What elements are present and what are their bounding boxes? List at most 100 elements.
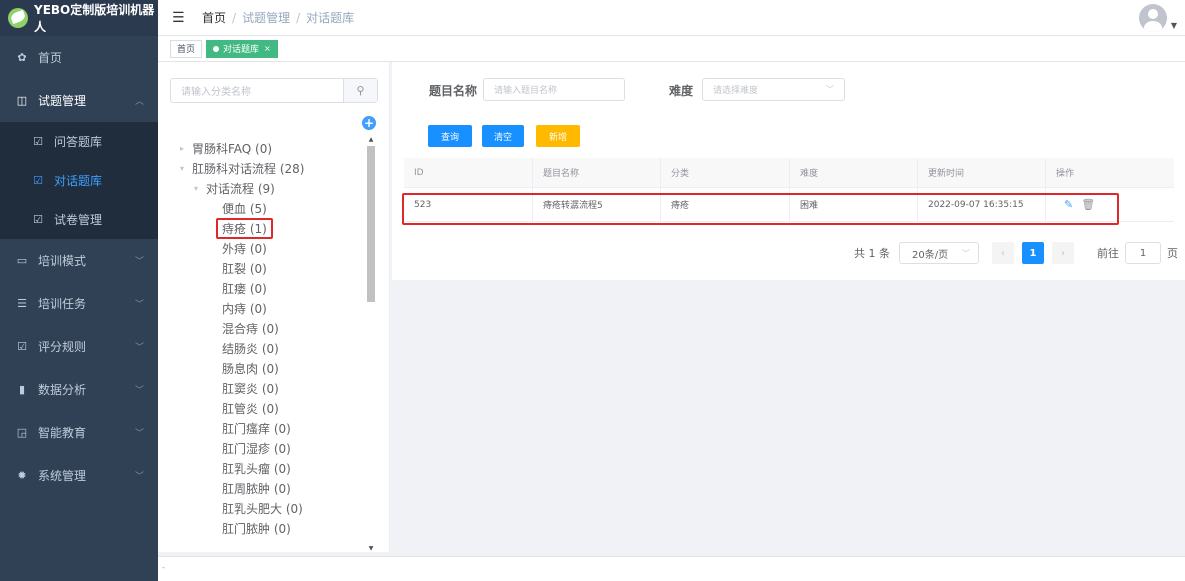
tag-dialogue-bank[interactable]: 对话题库 ×: [206, 39, 278, 58]
tree-node-label: 结肠炎 (0): [222, 341, 279, 356]
col-actions: 操作: [1056, 169, 1075, 179]
clear-button[interactable]: 清空: [482, 125, 524, 147]
row-highlight-box: [402, 193, 1119, 225]
submenu: ☑ 问答题库 ☑ 对话题库 ☑ 试卷管理: [0, 122, 158, 239]
sidebar-item-6[interactable]: ◲ 智能教育 ﹀: [0, 411, 158, 454]
user-avatar[interactable]: [1139, 4, 1167, 32]
sidebar: YEBO定制版培训机器人 ✿ 首页 ◫ 试题管理 ︿ ☑ 问答题库 ☑ 对话题库 ☑ 试卷管理 ▭ 培训…: [0, 0, 158, 581]
tree-node[interactable]: 内痔 (0): [180, 298, 366, 318]
category-tree: ▸ 胃肠科FAQ (0) ▾ 肛肠科对话流程 (28) ▾ 对话流程 (9) 便血 (5) 痔…: [180, 138, 366, 538]
bar-chart-icon: ▮: [18, 383, 26, 396]
tree-node[interactable]: 肛乳头肥大 (0): [180, 498, 366, 518]
difficulty-label: 难度: [669, 84, 694, 98]
sidebar-item-4[interactable]: ☑ 评分规则 ﹀: [0, 325, 158, 368]
next-page-button[interactable]: ›: [1052, 242, 1074, 264]
chevron-down-icon: ﹀: [826, 85, 834, 94]
tree-node[interactable]: 混合痔 (0): [180, 318, 366, 338]
col-name: 题目名称: [533, 158, 661, 187]
tree-node[interactable]: 肛周脓肿 (0): [180, 478, 366, 498]
query-button[interactable]: 查询: [428, 125, 472, 147]
caret-down-icon[interactable]: ▾: [194, 184, 206, 193]
scroll-down-icon[interactable]: ▼: [366, 545, 376, 552]
tree-node-label: 肛门瘙痒 (0): [222, 421, 291, 436]
tree-node-label: 混合痔 (0): [222, 321, 279, 336]
difficulty-select[interactable]: 请选择难度 ﹀: [702, 78, 845, 101]
breadcrumb-item-home[interactable]: 首页: [202, 9, 226, 26]
chevron-up-icon: ︿: [134, 97, 144, 107]
category-tree-panel: 请输入分类名称 ⚲ + ▸ 胃肠科FAQ (0) ▾ 肛肠科对话流程 (28) ▾ 对话流…: [158, 62, 390, 552]
tree-node[interactable]: 肛裂 (0): [180, 258, 366, 278]
sidebar-item-label: 智能教育: [38, 426, 87, 440]
hamburger-icon[interactable]: ☰: [172, 10, 186, 26]
tree-node-label: 肛周脓肿 (0): [222, 481, 291, 496]
caret-right-icon[interactable]: ▸: [180, 144, 192, 153]
tree-node[interactable]: 肛门湿疹 (0): [180, 438, 366, 458]
breadcrumb-separator: /: [232, 10, 237, 25]
sidebar-item-5[interactable]: ▮ 数据分析 ﹀: [0, 368, 158, 411]
question-name-input[interactable]: 请输入题目名称: [483, 78, 625, 101]
category-search: 请输入分类名称 ⚲: [170, 78, 378, 103]
tree-node[interactable]: 痔疮 (1): [180, 217, 366, 239]
tree-node[interactable]: ▸ 胃肠科FAQ (0): [180, 138, 366, 158]
monitor-icon: ▭: [16, 254, 28, 267]
sidebar-subitem-1[interactable]: ☑ 对话题库: [0, 161, 158, 200]
tree-node[interactable]: ▾ 对话流程 (9): [180, 178, 366, 198]
sidebar-item-1[interactable]: ◫ 试题管理 ︿: [0, 79, 158, 122]
page-unit-label: 页: [1167, 247, 1178, 260]
page-jumper: 前往 1 页: [1097, 242, 1178, 264]
chevron-down-icon: ﹀: [134, 300, 144, 310]
difficulty-placeholder: 请选择难度: [713, 86, 759, 96]
sidebar-item-2[interactable]: ▭ 培训模式 ﹀: [0, 239, 158, 282]
sidebar-subitem-2[interactable]: ☑ 试卷管理: [0, 200, 158, 239]
scroll-up-icon[interactable]: ▲: [366, 136, 376, 143]
sidebar-item-3[interactable]: ☰ 培训任务 ﹀: [0, 282, 158, 325]
tree-node[interactable]: 肠息肉 (0): [180, 358, 366, 378]
tree-node-label: 便血 (5): [222, 201, 267, 216]
breadcrumb-separator: /: [296, 10, 301, 25]
add-category-icon[interactable]: +: [362, 116, 376, 130]
tree-node[interactable]: 便血 (5): [180, 198, 366, 218]
tree-node[interactable]: 肛管炎 (0): [180, 398, 366, 418]
sidebar-item-label: 数据分析: [38, 383, 87, 397]
tree-node-label: 内痔 (0): [222, 301, 267, 316]
chevron-down-icon: ﹀: [962, 248, 970, 258]
goto-page-input[interactable]: 1: [1125, 242, 1161, 264]
sidebar-item-label: 首页: [38, 51, 63, 65]
goto-label: 前往: [1097, 247, 1119, 260]
edit-icon: ☑: [33, 213, 43, 226]
page-size-select[interactable]: 20条/页 ﹀: [899, 242, 979, 264]
tree-node[interactable]: 肛门瘙痒 (0): [180, 418, 366, 438]
app-logo[interactable]: YEBO定制版培训机器人: [0, 0, 158, 36]
navbar: ☰ 首页 / 试题管理 / 对话题库 ▼: [158, 0, 1185, 36]
category-search-input[interactable]: 请输入分类名称: [171, 79, 343, 102]
tree-node[interactable]: 外痔 (0): [180, 238, 366, 258]
page-size-value: 20条/页: [912, 249, 949, 261]
add-button[interactable]: 新增: [536, 125, 580, 147]
close-icon[interactable]: ×: [264, 44, 271, 53]
tree-node[interactable]: 肛乳头瘤 (0): [180, 458, 366, 478]
tree-node[interactable]: ▾ 肛肠科对话流程 (28): [180, 158, 366, 178]
tree-node-label: 痔疮 (1): [216, 217, 273, 239]
caret-down-icon[interactable]: ▼: [1171, 21, 1177, 30]
tree-node-label: 肛肠科对话流程 (28): [192, 161, 305, 176]
tree-scrollbar[interactable]: ▲ ▼: [366, 136, 376, 552]
tree-node[interactable]: 结肠炎 (0): [180, 338, 366, 358]
breadcrumb-item-question-mgmt: 试题管理: [242, 11, 291, 25]
sidebar-subitem-label: 试卷管理: [54, 213, 103, 227]
chevron-down-icon: ﹀: [134, 257, 144, 267]
sidebar-item-label: 培训任务: [38, 297, 87, 311]
scrollbar-thumb[interactable]: [367, 146, 375, 302]
search-icon[interactable]: ⚲: [343, 79, 377, 102]
sidebar-subitem-0[interactable]: ☑ 问答题库: [0, 122, 158, 161]
tree-node[interactable]: 肛门脓肿 (0): [180, 518, 366, 538]
tree-node[interactable]: 肛窦炎 (0): [180, 378, 366, 398]
sidebar-item-label: 系统管理: [38, 469, 87, 483]
caret-down-icon[interactable]: ▾: [180, 164, 192, 173]
tags-view: 首页 对话题库 ×: [158, 36, 1185, 62]
prev-page-button[interactable]: ‹: [992, 242, 1014, 264]
tag-home[interactable]: 首页: [170, 39, 203, 58]
sidebar-item-7[interactable]: ✹ 系统管理 ﹀: [0, 454, 158, 497]
page-number-1[interactable]: 1: [1022, 242, 1044, 264]
sidebar-item-0[interactable]: ✿ 首页: [0, 36, 158, 79]
tree-node[interactable]: 肛瘘 (0): [180, 278, 366, 298]
